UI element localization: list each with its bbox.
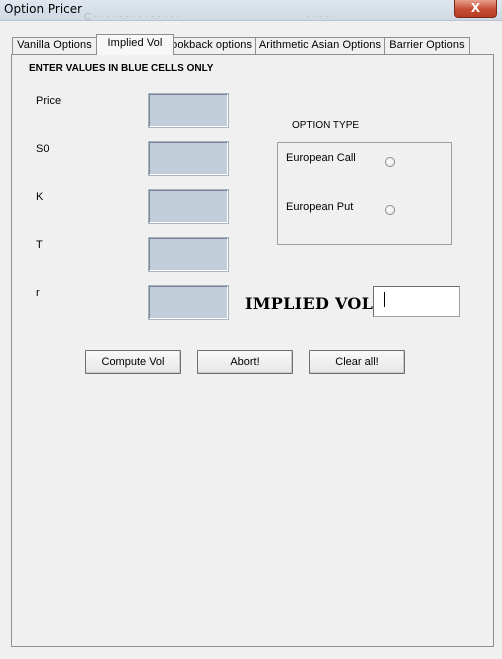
european-put-label: European Put [286, 201, 354, 213]
window-title: Option Pricer [4, 2, 83, 16]
r-input[interactable] [148, 285, 229, 320]
tab-implied-vol[interactable]: Implied Vol [96, 34, 174, 55]
k-input[interactable] [148, 189, 229, 224]
title-bar[interactable]: Option Pricer C · · · · · · · · · · · · … [0, 0, 502, 23]
european-call-radio[interactable] [385, 157, 395, 167]
option-type-label: OPTION TYPE [292, 120, 360, 131]
background-ghost-text: C · · · · · · · · · · · · · · [84, 12, 180, 23]
price-label: Price [36, 95, 62, 107]
tab-lookback-options[interactable]: Lookback options [161, 37, 256, 54]
close-icon: X [470, 1, 481, 15]
european-call-label: European Call [286, 152, 356, 164]
european-put-radio[interactable] [385, 205, 395, 215]
k-label: K [36, 191, 44, 203]
clear-all-button[interactable]: Clear all! [309, 350, 405, 374]
close-button[interactable]: X [454, 0, 497, 18]
s0-label: S0 [36, 143, 50, 155]
price-input[interactable] [148, 93, 229, 128]
tab-vanilla-options[interactable]: Vanilla Options [12, 37, 97, 54]
implied-vol-label: IMPLIED VOL [245, 294, 374, 313]
t-input[interactable] [148, 237, 229, 272]
abort-button[interactable]: Abort! [197, 350, 293, 374]
tab-barrier-options[interactable]: Barrier Options [384, 37, 470, 54]
background-ghost-text: · · · · · [306, 12, 335, 23]
r-label: r [36, 287, 40, 299]
tab-arithmetic-asian-options[interactable]: Arithmetic Asian Options [255, 37, 385, 54]
text-caret [384, 292, 385, 307]
compute-vol-button[interactable]: Compute Vol [85, 350, 181, 374]
implied-vol-output[interactable] [373, 286, 460, 317]
t-label: T [36, 239, 43, 251]
s0-input[interactable] [148, 141, 229, 176]
option-pricer-window: Option Pricer C · · · · · · · · · · · · … [0, 0, 502, 659]
instructions-header: ENTER VALUES IN BLUE CELLS ONLY [29, 63, 214, 74]
